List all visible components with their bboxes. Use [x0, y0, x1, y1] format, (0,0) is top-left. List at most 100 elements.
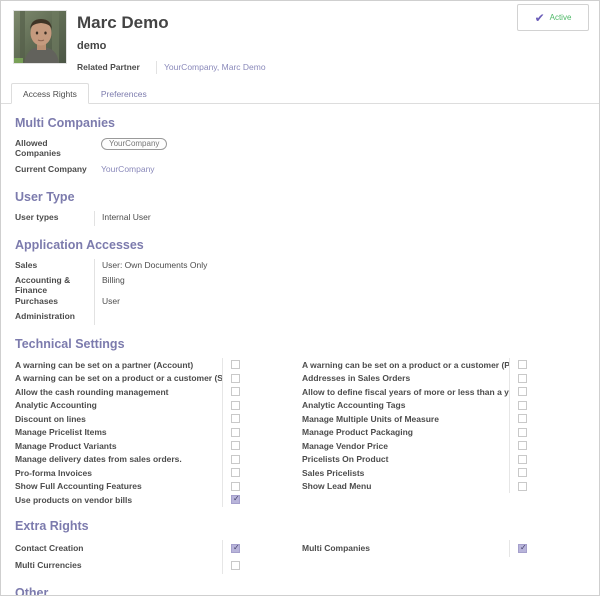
user-name: Marc Demo	[77, 13, 587, 33]
user-avatar	[13, 10, 67, 64]
setting-label: Manage Product Packaging	[302, 427, 509, 437]
current-company-row: Current Company YourCompany	[15, 163, 585, 178]
checkbox-cell	[509, 358, 545, 372]
field-value	[94, 310, 585, 325]
section-title-technical-settings: Technical Settings	[15, 337, 585, 351]
setting-checkbox[interactable]	[518, 428, 527, 437]
tab-label: Access Rights	[23, 89, 77, 99]
setting-row: Manage Pricelist Items	[15, 426, 258, 440]
section-title-extra-rights: Extra Rights	[15, 519, 585, 533]
setting-checkbox[interactable]	[231, 360, 240, 369]
setting-label: Allow to define fiscal years of more or …	[302, 387, 509, 397]
field-value: Internal User	[94, 211, 585, 226]
field-row: Purchases User	[15, 295, 585, 310]
current-company-value: YourCompany	[94, 163, 585, 178]
setting-checkbox[interactable]	[518, 455, 527, 464]
setting-checkbox[interactable]	[231, 544, 240, 553]
setting-checkbox[interactable]	[518, 544, 527, 553]
current-company-link[interactable]: YourCompany	[101, 164, 155, 174]
tab[interactable]: Preferences	[89, 83, 159, 104]
checkbox-cell	[509, 453, 545, 467]
setting-checkbox[interactable]	[231, 428, 240, 437]
checkbox-cell	[222, 493, 258, 507]
avatar-photo-illustration	[14, 11, 67, 64]
allowed-companies-value: YourCompany	[94, 137, 585, 158]
setting-checkbox[interactable]	[231, 401, 240, 410]
setting-row: Use products on vendor bills	[15, 493, 258, 507]
checkbox-cell	[509, 466, 545, 480]
setting-checkbox[interactable]	[518, 374, 527, 383]
field-row: User types Internal User	[15, 211, 585, 226]
setting-label: Discount on lines	[15, 414, 222, 424]
setting-checkbox[interactable]	[518, 414, 527, 423]
setting-checkbox[interactable]	[518, 401, 527, 410]
setting-checkbox[interactable]	[231, 374, 240, 383]
section-title-user-type: User Type	[15, 190, 585, 204]
setting-row: Pro-forma Invoices	[15, 466, 258, 480]
setting-checkbox[interactable]	[231, 468, 240, 477]
setting-label: Pricelists On Product	[302, 454, 509, 464]
checkbox-cell	[509, 439, 545, 453]
setting-label: Manage Pricelist Items	[15, 427, 222, 437]
setting-label: A warning can be set on a product or a c…	[15, 373, 222, 383]
checkbox-cell	[222, 480, 258, 494]
setting-label: A warning can be set on a product or a c…	[302, 360, 509, 370]
active-status-button[interactable]: ✔ Active	[517, 4, 589, 31]
check-icon: ✔	[535, 12, 545, 24]
setting-row: Manage delivery dates from sales orders.	[15, 453, 258, 467]
setting-label: Manage Vendor Price	[302, 441, 509, 451]
technical-settings-left-column: A warning can be set on a partner (Accou…	[15, 358, 258, 507]
setting-row: Addresses in Sales Orders	[302, 372, 545, 386]
extra-rights-right-column: Multi Companies	[302, 540, 545, 557]
field-row: Sales User: Own Documents Only	[15, 259, 585, 274]
setting-checkbox[interactable]	[231, 455, 240, 464]
section-application-accesses: Application Accesses Sales User: Own Doc…	[15, 238, 585, 325]
setting-checkbox[interactable]	[518, 468, 527, 477]
setting-row: Pricelists On Product	[302, 453, 545, 467]
setting-checkbox[interactable]	[231, 387, 240, 396]
setting-row: Allow the cash rounding management	[15, 385, 258, 399]
allowed-companies-row: Allowed Companies YourCompany	[15, 137, 585, 158]
checkbox-cell	[222, 412, 258, 426]
checkbox-cell	[222, 453, 258, 467]
setting-checkbox[interactable]	[518, 387, 527, 396]
setting-label: Addresses in Sales Orders	[302, 373, 509, 383]
setting-checkbox[interactable]	[231, 441, 240, 450]
checkbox-cell	[222, 540, 258, 557]
setting-row: Manage Product Packaging	[302, 426, 545, 440]
company-tag[interactable]: YourCompany	[101, 138, 167, 150]
setting-checkbox[interactable]	[231, 414, 240, 423]
setting-checkbox[interactable]	[518, 441, 527, 450]
setting-checkbox[interactable]	[231, 482, 240, 491]
section-technical-settings: Technical Settings A warning can be set …	[15, 337, 585, 507]
setting-checkbox[interactable]	[231, 561, 240, 570]
setting-row: Multi Companies	[302, 540, 545, 557]
allowed-companies-label: Allowed Companies	[15, 137, 94, 158]
current-company-label: Current Company	[15, 163, 94, 178]
related-partner-link[interactable]: YourCompany, Marc Demo	[156, 61, 266, 74]
related-partner-row: Related Partner YourCompany, Marc Demo	[77, 61, 587, 74]
setting-row: Show Full Accounting Features	[15, 480, 258, 494]
setting-row: A warning can be set on a product or a c…	[302, 358, 545, 372]
section-user-type: User Type User types Internal User	[15, 190, 585, 226]
setting-label: Analytic Accounting Tags	[302, 400, 509, 410]
tab[interactable]: Access Rights	[11, 83, 89, 104]
user-form-page: Marc Demo demo Related Partner YourCompa…	[0, 0, 600, 596]
setting-checkbox[interactable]	[518, 360, 527, 369]
setting-label: Allow the cash rounding management	[15, 387, 222, 397]
setting-label: Multi Currencies	[15, 560, 222, 570]
checkbox-cell	[222, 466, 258, 480]
setting-checkbox[interactable]	[518, 482, 527, 491]
section-title-other: Other	[15, 586, 585, 596]
field-label: Purchases	[15, 295, 94, 310]
technical-settings-right-column: A warning can be set on a product or a c…	[302, 358, 545, 493]
field-row: Administration	[15, 310, 585, 325]
setting-checkbox[interactable]	[231, 495, 240, 504]
checkbox-cell	[222, 557, 258, 574]
setting-row: A warning can be set on a partner (Accou…	[15, 358, 258, 372]
checkbox-cell	[509, 480, 545, 494]
field-label: Accounting & Finance	[15, 274, 94, 295]
checkbox-cell	[509, 540, 545, 557]
checkbox-cell	[509, 385, 545, 399]
setting-label: Show Full Accounting Features	[15, 481, 222, 491]
